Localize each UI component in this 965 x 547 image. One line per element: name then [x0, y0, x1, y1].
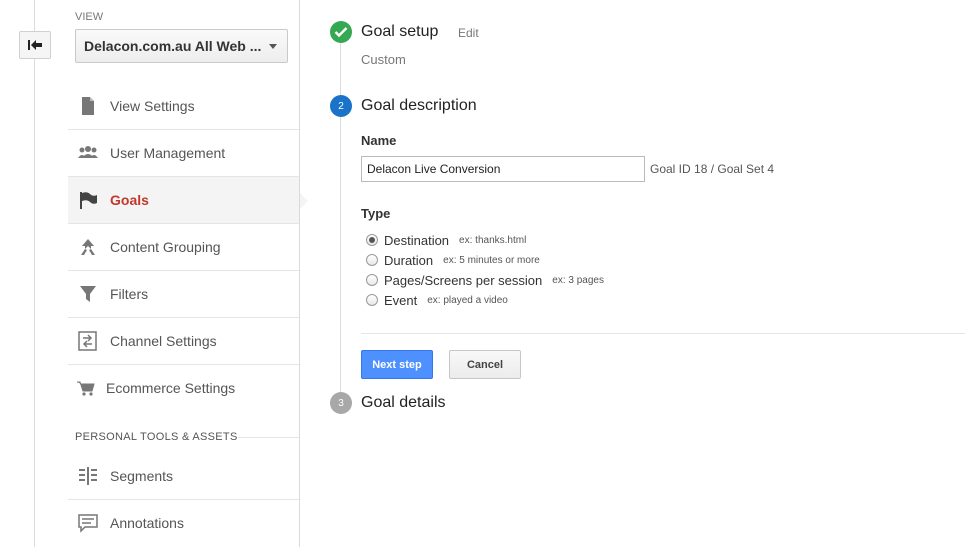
segments-icon [79, 467, 97, 485]
type-option-example: ex: thanks.html [459, 234, 527, 246]
sidebar-item-ecommerce-settings[interactable]: Ecommerce Settings [68, 365, 299, 407]
sidebar-item-segments[interactable]: Segments [68, 453, 299, 500]
step-number-badge: 2 [330, 95, 352, 117]
sidebar-item-label: View Settings [110, 98, 195, 114]
flag-icon [80, 192, 97, 209]
type-option-example: ex: 5 minutes or more [443, 254, 540, 266]
step-connector [340, 43, 341, 95]
sidebar-item-label: Goals [110, 192, 149, 208]
edit-link[interactable]: Edit [458, 26, 479, 40]
sidebar: VIEW Delacon.com.au All Web ... View Set… [68, 0, 308, 547]
divider [361, 333, 965, 334]
step-title-goal-setup: Goal setup [361, 23, 439, 40]
type-option-label: Duration [384, 252, 434, 268]
type-option-destination[interactable]: Destination ex: thanks.html [366, 231, 526, 249]
sidebar-item-label: Annotations [110, 515, 184, 531]
filter-icon [80, 286, 96, 302]
sidebar-item-annotations[interactable]: Annotations [68, 500, 299, 542]
personal-tools-nav: Segments Annotations [68, 453, 299, 542]
section-divider [238, 437, 299, 438]
sidebar-item-label: Ecommerce Settings [106, 380, 236, 396]
type-option-label: Pages/Screens per session [384, 272, 543, 288]
back-button[interactable] [19, 31, 51, 59]
step-connector [340, 117, 341, 392]
sidebar-item-goals[interactable]: Goals [68, 177, 308, 224]
next-step-button[interactable]: Next step [361, 350, 433, 379]
back-arrow-icon [28, 40, 42, 50]
type-option-pages-screens[interactable]: Pages/Screens per session ex: 3 pages [366, 271, 604, 289]
view-select[interactable]: Delacon.com.au All Web ... [75, 29, 288, 63]
section-header-personal-tools: PERSONAL TOOLS & ASSETS [75, 431, 238, 443]
type-option-event[interactable]: Event ex: played a video [366, 291, 508, 309]
sidebar-item-label: User Management [110, 145, 226, 161]
sidebar-item-label: Channel Settings [110, 333, 217, 349]
sidebar-item-label: Segments [110, 468, 174, 484]
radio-button[interactable] [366, 274, 378, 286]
sidebar-item-content-grouping[interactable]: Content Grouping [68, 224, 299, 271]
type-option-duration[interactable]: Duration ex: 5 minutes or more [366, 251, 540, 269]
sidebar-item-view-settings[interactable]: View Settings [68, 83, 299, 130]
type-option-example: ex: 3 pages [552, 274, 604, 286]
step-title-goal-details: Goal details [361, 394, 446, 411]
step-number-badge: 3 [330, 392, 352, 414]
step-complete-icon [330, 21, 352, 43]
radio-button[interactable] [366, 234, 378, 246]
name-label: Name [361, 133, 397, 148]
step-title-goal-description: Goal description [361, 97, 477, 114]
sidebar-item-user-management[interactable]: User Management [68, 130, 299, 177]
rail-line [34, 0, 35, 547]
type-option-label: Destination [384, 232, 450, 248]
type-label: Type [361, 206, 391, 221]
radio-button[interactable] [366, 294, 378, 306]
sidebar-item-channel-settings[interactable]: Channel Settings [68, 318, 299, 365]
sidebar-item-label: Filters [110, 286, 149, 302]
view-label: VIEW [75, 11, 104, 23]
sidebar-item-filters[interactable]: Filters [68, 271, 299, 318]
document-icon [82, 97, 94, 115]
checkmark-icon [334, 27, 348, 38]
admin-nav: View Settings User Management Goals Cont… [68, 83, 308, 407]
chevron-down-icon [269, 44, 277, 49]
goal-id-text: Goal ID 18 / Goal Set 4 [650, 162, 775, 176]
type-option-label: Event [384, 292, 418, 308]
sidebar-item-label: Content Grouping [110, 239, 221, 255]
content-grouping-icon [81, 239, 95, 255]
channel-settings-icon [78, 331, 97, 351]
users-icon [78, 146, 98, 158]
annotations-icon [78, 514, 98, 533]
cancel-button[interactable]: Cancel [449, 350, 521, 379]
goal-name-input[interactable] [361, 156, 645, 182]
radio-button[interactable] [366, 254, 378, 266]
view-select-value: Delacon.com.au All Web ... [84, 38, 262, 54]
goal-setup-summary: Custom [361, 52, 406, 67]
type-option-example: ex: played a video [427, 294, 508, 306]
cart-icon [77, 381, 95, 396]
